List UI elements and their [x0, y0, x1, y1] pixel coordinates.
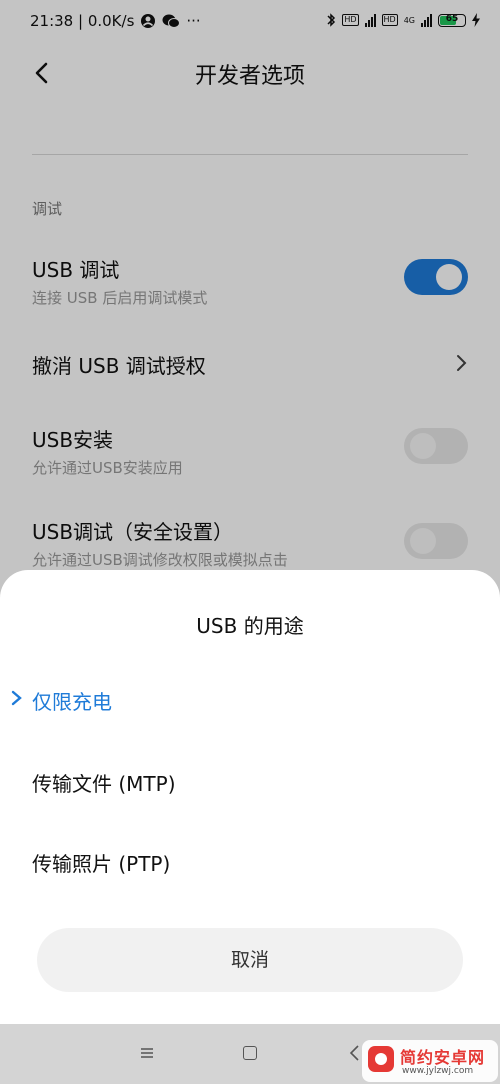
- option-transfer-photos[interactable]: 传输照片 (PTP): [32, 842, 468, 882]
- selected-chevron-icon: [11, 690, 22, 706]
- option-transfer-files[interactable]: 传输文件 (MTP): [32, 762, 468, 802]
- option-label: 仅限充电: [32, 690, 112, 714]
- watermark-logo-icon: [368, 1046, 394, 1072]
- option-label: 传输照片 (PTP): [32, 852, 171, 876]
- watermark-logo: 简约安卓网 www.jylzwj.com: [362, 1040, 498, 1082]
- watermark-name: 简约安卓网: [400, 1048, 486, 1067]
- sheet-title: USB 的用途: [196, 614, 304, 638]
- settings-screen: 21:38 | 0.0K/s ··· HD HD 4G 65 开发者选项 调试 …: [0, 0, 500, 1084]
- watermark-url: www.jylzwj.com: [402, 1066, 474, 1076]
- usb-purpose-sheet: USB 的用途 仅限充电 传输文件 (MTP) 传输照片 (PTP) 取消: [0, 570, 500, 1024]
- recents-menu-icon[interactable]: [140, 1046, 154, 1060]
- home-icon[interactable]: [243, 1046, 257, 1060]
- option-charge-only[interactable]: 仅限充电: [11, 680, 468, 720]
- nav-back-icon[interactable]: [348, 1044, 362, 1062]
- option-label: 传输文件 (MTP): [32, 772, 176, 796]
- cancel-button[interactable]: 取消: [37, 928, 463, 992]
